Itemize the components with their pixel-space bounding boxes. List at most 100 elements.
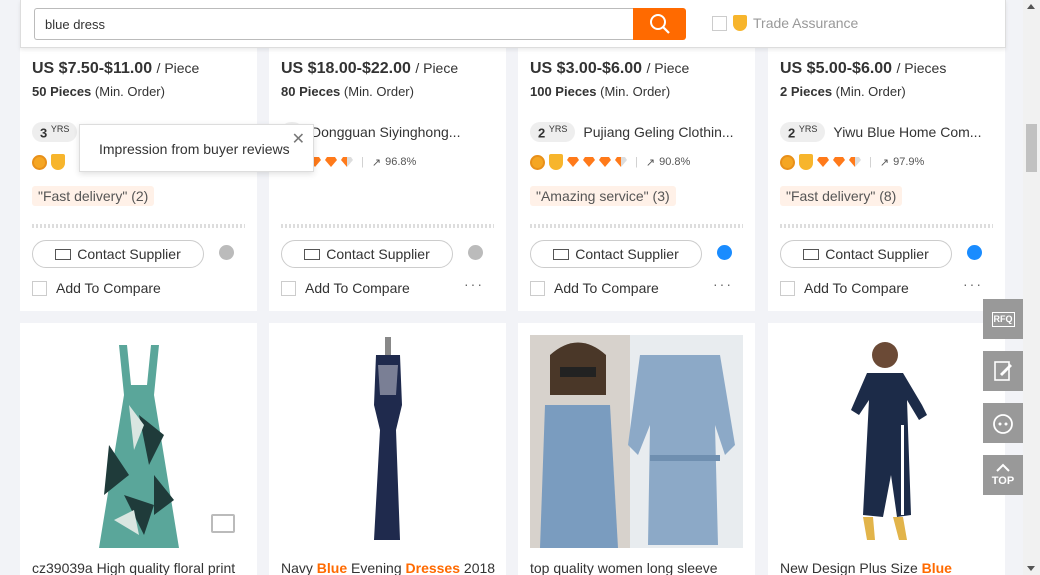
scroll-thumb[interactable] <box>1026 124 1037 172</box>
trade-assurance-icon <box>799 154 813 170</box>
envelope-icon <box>803 248 820 260</box>
compare-checkbox[interactable] <box>281 280 296 296</box>
min-order: 2 Pieces (Min. Order) <box>780 84 906 99</box>
divider <box>780 224 993 228</box>
compare-checkbox[interactable] <box>530 280 545 296</box>
diamond-icon <box>817 157 829 167</box>
rfq-icon: RFQ <box>991 311 1015 327</box>
response-rate: 97.9% <box>893 156 925 168</box>
supplier-name-link[interactable]: Yiwu Blue Home Com... <box>833 124 981 140</box>
supplier-card: US $7.50-$11.00 / Piece 50 Pieces (Min. … <box>20 48 257 311</box>
badge-row: | ↗ 97.9% <box>780 154 924 170</box>
add-to-compare[interactable]: Add To Compare <box>281 280 410 296</box>
product-card[interactable]: cz39039a High quality floral print <box>20 323 257 575</box>
min-order: 50 Pieces (Min. Order) <box>32 84 165 99</box>
search-icon <box>649 14 670 34</box>
product-card[interactable]: New Design Plus Size Blue <box>768 323 1005 575</box>
rfq-button[interactable]: RFQ <box>983 299 1023 339</box>
chat-online-icon[interactable] <box>967 245 982 260</box>
diamond-icon <box>325 157 337 167</box>
product-title-link[interactable]: top quality women long sleeve <box>530 560 718 575</box>
years-badge: 2 YRS <box>780 122 826 143</box>
add-to-compare[interactable]: Add To Compare <box>530 280 659 296</box>
trade-assurance-icon <box>549 154 563 170</box>
supplier-name-link[interactable]: Dongguan Siyinghong... <box>311 124 460 140</box>
product-title-link[interactable]: Navy Blue Evening Dresses 2018 <box>281 560 495 575</box>
gold-supplier-icon <box>780 154 795 170</box>
scroll-up-icon[interactable] <box>1027 4 1035 9</box>
trade-assurance-icon <box>733 15 747 31</box>
trade-assurance-icon <box>51 154 65 170</box>
chat-online-icon[interactable] <box>717 245 732 260</box>
badge-row: | ↗ 90.8% <box>530 154 690 170</box>
compare-checkbox[interactable] <box>780 280 795 296</box>
price: US $5.00-$6.00 / Pieces <box>780 60 947 77</box>
response-rate: 90.8% <box>659 156 691 168</box>
scroll-down-icon[interactable] <box>1027 566 1035 571</box>
gold-supplier-icon <box>32 154 47 170</box>
contact-supplier-button[interactable]: Contact Supplier <box>32 240 204 268</box>
min-order: 80 Pieces (Min. Order) <box>281 84 414 99</box>
share-icon: ↗ <box>371 156 382 169</box>
product-title-link[interactable]: New Design Plus Size Blue <box>780 560 952 575</box>
buyer-reviews-tooltip: Impression from buyer reviews ✕ <box>79 124 314 172</box>
more-options-icon[interactable]: ··· <box>713 276 733 292</box>
diamond-icon <box>583 157 595 167</box>
divider <box>530 224 743 228</box>
trade-assurance-checkbox[interactable] <box>712 15 727 31</box>
trade-assurance-filter[interactable]: Trade Assurance <box>712 15 858 31</box>
page-scrollbar[interactable] <box>1023 0 1040 575</box>
chat-button[interactable] <box>983 403 1023 443</box>
add-to-compare[interactable]: Add To Compare <box>32 280 161 296</box>
product-title-link[interactable]: cz39039a High quality floral print <box>32 560 235 575</box>
more-options-icon[interactable]: ··· <box>963 276 983 292</box>
close-icon[interactable]: ✕ <box>292 129 305 149</box>
search-input[interactable] <box>34 8 634 40</box>
product-image[interactable] <box>780 335 993 548</box>
add-to-compare[interactable]: Add To Compare <box>780 280 909 296</box>
years-badge: 2 YRS <box>530 122 576 143</box>
diamond-icon <box>833 157 845 167</box>
share-icon: ↗ <box>645 156 656 169</box>
trade-assurance-label: Trade Assurance <box>753 15 859 31</box>
contact-supplier-button[interactable]: Contact Supplier <box>281 240 453 268</box>
back-to-top-button[interactable]: TOP <box>983 455 1023 495</box>
years-badge: 3 YRS <box>32 122 78 143</box>
gold-supplier-icon <box>530 154 545 170</box>
chat-status-icon[interactable] <box>468 245 483 260</box>
supplier-row: 2 YRS Pujiang Geling Clothin... <box>530 122 734 143</box>
search-bar: Trade Assurance <box>20 0 1006 48</box>
product-image[interactable] <box>281 335 494 548</box>
supplier-card: US $3.00-$6.00 / Piece 100 Pieces (Min. … <box>518 48 755 311</box>
contact-supplier-button[interactable]: Contact Supplier <box>780 240 952 268</box>
supplier-name-link[interactable]: Pujiang Geling Clothin... <box>583 124 733 140</box>
supplier-card: US $18.00-$22.00 / Piece 80 Pieces (Min.… <box>269 48 506 311</box>
search-button[interactable] <box>633 8 686 40</box>
min-order: 100 Pieces (Min. Order) <box>530 84 671 99</box>
compare-checkbox[interactable] <box>32 280 47 296</box>
product-image[interactable] <box>530 335 743 548</box>
half-diamond-icon <box>849 157 861 167</box>
chat-bubble-icon <box>993 414 1013 434</box>
supplier-row: 2 YRS Yiwu Blue Home Com... <box>780 122 981 143</box>
product-card[interactable]: Navy Blue Evening Dresses 2018 <box>269 323 506 575</box>
review-tag: "Amazing service" (3) <box>530 186 676 206</box>
feedback-button[interactable] <box>983 351 1023 391</box>
half-diamond-icon <box>341 157 353 167</box>
supplier-row: 3 YRS <box>32 122 78 143</box>
half-diamond-icon <box>615 157 627 167</box>
contact-supplier-button[interactable]: Contact Supplier <box>530 240 702 268</box>
chat-status-icon[interactable] <box>219 245 234 260</box>
response-rate: 96.8% <box>385 156 417 168</box>
price: US $3.00-$6.00 / Piece <box>530 60 690 77</box>
diamond-icon <box>567 157 579 167</box>
price: US $7.50-$11.00 / Piece <box>32 60 200 77</box>
product-card[interactable]: top quality women long sleeve <box>518 323 755 575</box>
divider <box>32 224 245 228</box>
envelope-icon <box>304 248 321 260</box>
price: US $18.00-$22.00 / Piece <box>281 60 459 77</box>
video-icon[interactable] <box>211 514 235 533</box>
badge-row <box>32 154 65 170</box>
more-options-icon[interactable]: ··· <box>464 276 484 292</box>
review-tag: "Fast delivery" (2) <box>32 186 155 206</box>
